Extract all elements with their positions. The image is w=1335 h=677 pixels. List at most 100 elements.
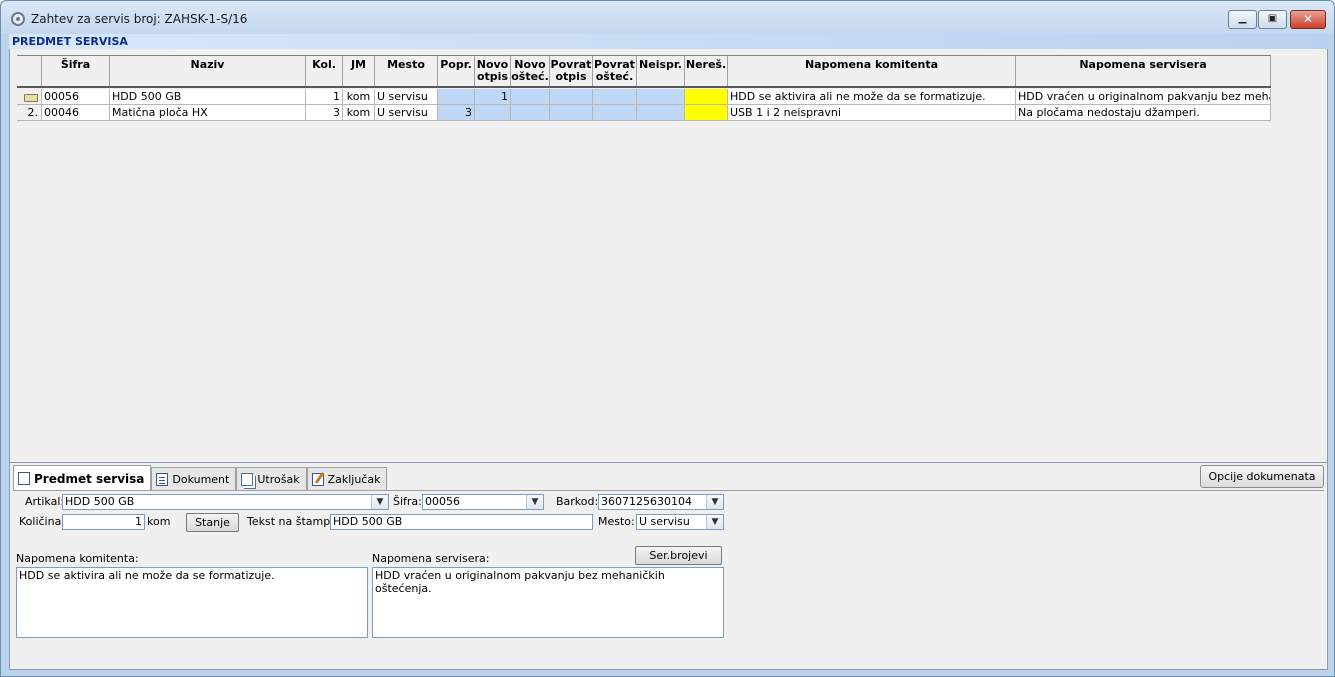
service-request-window: Zahtev za servis broj: ZAHSK-1-S/16 ▁ ▣ … [0, 0, 1335, 677]
napomena-servisera-textarea[interactable]: HDD vraćen u originalnom pakvanju bez me… [372, 567, 724, 638]
app-icon [11, 12, 25, 26]
tab-utrosak[interactable]: Utrošak [236, 467, 307, 491]
column-header-novo-otpis[interactable]: Novo otpis [475, 56, 511, 86]
kolicina-label: Količina: [19, 515, 66, 528]
cell-naziv[interactable]: HDD 500 GB [110, 89, 306, 105]
cell-kol[interactable]: 3 [306, 105, 343, 121]
close-button[interactable]: ✕ [1290, 10, 1326, 29]
mesto-combo[interactable]: U servisu ▼ [636, 514, 724, 530]
detail-panel: Predmet servisa Dokument Utrošak Zaključ… [9, 462, 1328, 670]
stanje-button[interactable]: Stanje [186, 513, 239, 532]
napomena-servisera-label: Napomena servisera: [372, 552, 490, 565]
cell-mesto[interactable]: U servisu [375, 89, 438, 105]
kolicina-unit: kom [147, 515, 171, 528]
cell-napomena-komitenta[interactable]: HDD se aktivira ali ne može da se format… [728, 89, 1016, 105]
column-header-napomena-komitenta[interactable]: Napomena komitenta [728, 56, 1016, 86]
stacked-pages-icon [241, 473, 254, 486]
cell-neispr[interactable] [637, 105, 685, 121]
tab-label: Dokument [172, 473, 230, 486]
cell-sifra[interactable]: 00056 [42, 89, 110, 105]
row-indicator [17, 89, 42, 105]
column-header-popr[interactable]: Popr. [438, 56, 475, 86]
sifra-value: 00056 [425, 495, 460, 508]
serial-numbers-button[interactable]: Ser.brojevi [635, 546, 722, 565]
mesto-label: Mesto: [598, 515, 635, 528]
grid-header: Šifra Naziv Kol. JM Mesto Popr. Novo otp… [17, 55, 1271, 88]
barkod-combo[interactable]: 3607125630104 ▼ [598, 494, 724, 510]
chevron-down-icon[interactable]: ▼ [706, 515, 723, 529]
cell-novo-ostec[interactable] [511, 89, 550, 105]
document-icon [18, 472, 30, 485]
row-pointer-icon [24, 94, 38, 102]
sifra-combo[interactable]: 00056 ▼ [422, 494, 544, 510]
cell-napomena-komitenta[interactable]: USB 1 i 2 neispravni [728, 105, 1016, 121]
cell-jm[interactable]: kom [343, 89, 375, 105]
cell-novo-otpis[interactable]: 1 [475, 89, 511, 105]
column-header-napomena-servisera[interactable]: Napomena servisera [1016, 56, 1271, 86]
tab-label: Predmet servisa [34, 471, 145, 486]
cell-kol[interactable]: 1 [306, 89, 343, 105]
cell-neres[interactable] [685, 105, 728, 121]
tab-label: Zaključak [327, 473, 381, 486]
window-title: Zahtev za servis broj: ZAHSK-1-S/16 [31, 12, 248, 26]
document-options-button[interactable]: Opcije dokumenata [1200, 465, 1324, 488]
column-header-neispr[interactable]: Neispr. [637, 56, 685, 86]
cell-popr[interactable] [438, 89, 475, 105]
column-header-kol[interactable]: Kol. [306, 56, 343, 86]
cell-sifra[interactable]: 00046 [42, 105, 110, 121]
chevron-down-icon[interactable]: ▼ [371, 495, 388, 509]
artikal-label: Artikal: [25, 495, 65, 508]
barkod-value: 3607125630104 [601, 495, 692, 508]
items-grid: Šifra Naziv Kol. JM Mesto Popr. Novo otp… [9, 49, 1328, 462]
column-header-mesto[interactable]: Mesto [375, 56, 438, 86]
table-row[interactable]: 2. 00046 Matična ploča HX 3 kom U servis… [17, 105, 1271, 121]
maximize-button[interactable]: ▣ [1258, 10, 1287, 29]
column-header-novo-ostec[interactable]: Novo ošteć. [511, 56, 550, 86]
cell-jm[interactable]: kom [343, 105, 375, 121]
cell-naziv[interactable]: Matična ploča HX [110, 105, 306, 121]
cell-mesto[interactable]: U servisu [375, 105, 438, 121]
title-bar: Zahtev za servis broj: ZAHSK-1-S/16 ▁ ▣ … [1, 1, 1334, 34]
cell-neispr[interactable] [637, 89, 685, 105]
cell-novo-otpis[interactable] [475, 105, 511, 121]
chevron-down-icon[interactable]: ▼ [706, 495, 723, 509]
napomena-komitenta-label: Napomena komitenta: [16, 552, 139, 565]
tab-label: Utrošak [257, 473, 300, 486]
sifra-label: Šifra: [393, 495, 422, 508]
cell-povrat-ostec[interactable] [593, 89, 637, 105]
column-header-sifra[interactable]: Šifra [42, 56, 110, 86]
list-document-icon [156, 473, 169, 486]
artikal-value: HDD 500 GB [65, 495, 135, 508]
table-row[interactable]: 00056 HDD 500 GB 1 kom U servisu 1 HDD s… [17, 89, 1271, 105]
cell-popr[interactable]: 3 [438, 105, 475, 121]
cell-povrat-ostec[interactable] [593, 105, 637, 121]
barkod-label: Barkod: [556, 495, 599, 508]
cell-napomena-servisera[interactable]: HDD vraćen u originalnom pakvanju bez me… [1016, 89, 1271, 105]
column-header-naziv[interactable]: Naziv [110, 56, 306, 86]
section-header: PREDMET SERVISA [9, 34, 1328, 49]
tekst-na-stampi-input[interactable]: HDD 500 GB [330, 514, 593, 530]
column-header-indicator[interactable] [17, 56, 42, 86]
tab-content: Artikal: HDD 500 GB ▼ Šifra: 00056 ▼ Bar… [13, 490, 1324, 666]
tab-zakljucak[interactable]: Zaključak [306, 467, 388, 491]
cell-povrat-otpis[interactable] [550, 89, 593, 105]
cell-novo-ostec[interactable] [511, 105, 550, 121]
mesto-value: U servisu [639, 515, 690, 528]
row-indicator: 2. [17, 105, 42, 121]
tab-predmet-servisa[interactable]: Predmet servisa [13, 465, 152, 491]
cell-napomena-servisera[interactable]: Na pločama nedostaju džamperi. [1016, 105, 1271, 121]
column-header-jm[interactable]: JM [343, 56, 375, 86]
column-header-povrat-ostec[interactable]: Povrat ošteć. [593, 56, 637, 86]
chevron-down-icon[interactable]: ▼ [526, 495, 543, 509]
column-header-povrat-otpis[interactable]: Povrat otpis [550, 56, 593, 86]
tab-dokument[interactable]: Dokument [151, 467, 237, 491]
tab-bar: Predmet servisa Dokument Utrošak Zaključ… [13, 465, 388, 491]
artikal-combo[interactable]: HDD 500 GB ▼ [62, 494, 389, 510]
minimize-button[interactable]: ▁ [1228, 10, 1257, 29]
napomena-komitenta-textarea[interactable]: HDD se aktivira ali ne može da se format… [16, 567, 368, 638]
kolicina-input[interactable]: 1 [62, 514, 145, 530]
cell-neres[interactable] [685, 89, 728, 105]
column-header-neres[interactable]: Nereš. [685, 56, 728, 86]
cell-povrat-otpis[interactable] [550, 105, 593, 121]
edit-document-icon [311, 473, 324, 486]
